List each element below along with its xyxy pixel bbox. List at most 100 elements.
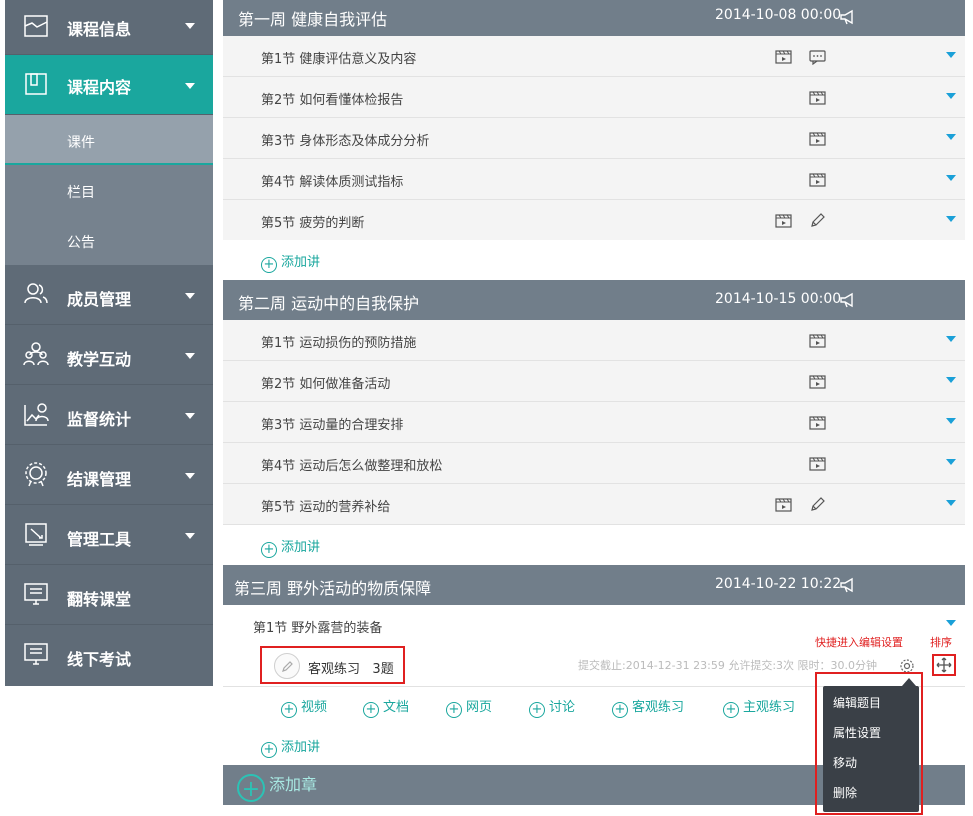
- nav-label: 课程信息: [67, 20, 132, 39]
- menu-highlight: [815, 672, 923, 815]
- lesson-title: 第5节 疲劳的判断: [261, 216, 365, 231]
- chevron-down-icon[interactable]: [946, 216, 956, 222]
- chevron-down-icon: [185, 353, 195, 359]
- statistics-icon: [24, 403, 49, 426]
- week-header-1: 第一周 健康自我评估 2014-10-08 00:00: [223, 0, 965, 36]
- add-lecture-label: 添加讲: [281, 255, 321, 270]
- chevron-down-icon[interactable]: [946, 620, 956, 626]
- nav-label: 课程内容: [67, 78, 132, 97]
- lesson-row[interactable]: 第5节 运动的营养补给: [223, 484, 965, 525]
- add-subjective-exercise-button[interactable]: + 主观练习: [723, 696, 795, 718]
- lesson-row[interactable]: 第4节 运动后怎么做整理和放松: [223, 443, 965, 484]
- chevron-down-icon[interactable]: [946, 175, 956, 181]
- nav-course-info[interactable]: 课程信息: [5, 0, 213, 55]
- lesson-title: 第2节 如何做准备活动: [261, 377, 391, 392]
- nav-offline-exam[interactable]: 线下考试: [5, 625, 213, 686]
- megaphone-icon[interactable]: [839, 291, 857, 309]
- chevron-down-icon[interactable]: [946, 459, 956, 465]
- add-lecture-row: + 添加讲: [223, 240, 965, 280]
- chevron-down-icon: [185, 293, 195, 299]
- sub-item-columns[interactable]: 栏目: [5, 165, 213, 215]
- lesson-title: 第1节 健康评估意义及内容: [261, 52, 417, 67]
- nav-interaction[interactable]: 教学互动: [5, 325, 213, 385]
- completion-icon: [25, 462, 47, 487]
- add-chapter-label: 添加章: [269, 775, 318, 794]
- nav-tools[interactable]: 管理工具: [5, 505, 213, 565]
- video-icon[interactable]: [809, 414, 826, 431]
- chevron-down-icon[interactable]: [946, 134, 956, 140]
- exercise-highlight[interactable]: 客观练习 3题: [260, 646, 405, 684]
- nav-label: 成员管理: [67, 290, 132, 309]
- add-document-button[interactable]: + 文档: [363, 696, 409, 718]
- sub-item-courseware[interactable]: 课件: [5, 115, 213, 165]
- add-lecture-button[interactable]: + 添加讲: [261, 536, 320, 558]
- video-icon[interactable]: [775, 48, 792, 65]
- lesson-title: 第1节 野外露营的装备: [253, 621, 383, 636]
- chevron-down-icon[interactable]: [946, 377, 956, 383]
- comment-icon[interactable]: [809, 48, 826, 65]
- video-icon[interactable]: [775, 496, 792, 513]
- nav-label: 翻转课堂: [67, 590, 132, 609]
- nav-label: 监督统计: [67, 410, 132, 429]
- week-title: 第二周 运动中的自我保护: [238, 294, 420, 313]
- video-icon[interactable]: [809, 130, 826, 147]
- lesson-title: 第3节 运动量的合理安排: [261, 418, 404, 433]
- chevron-down-icon[interactable]: [946, 336, 956, 342]
- add-chapter-button[interactable]: + 添加章: [237, 771, 317, 802]
- pencil-icon[interactable]: [274, 653, 300, 679]
- video-icon[interactable]: [809, 89, 826, 106]
- lesson-row[interactable]: 第2节 如何看懂体检报告: [223, 77, 965, 118]
- nav-label: 教学互动: [67, 350, 132, 369]
- sort-highlight[interactable]: [932, 654, 956, 676]
- add-webpage-button[interactable]: + 网页: [446, 696, 492, 718]
- move-icon[interactable]: [934, 656, 954, 674]
- megaphone-icon[interactable]: [839, 8, 857, 26]
- megaphone-icon[interactable]: [839, 576, 857, 594]
- plus-icon: +: [612, 702, 628, 718]
- add-lecture-button[interactable]: + 添加讲: [261, 251, 320, 273]
- nav-flipped-class[interactable]: 翻转课堂: [5, 565, 213, 625]
- add-lecture-row: + 添加讲: [223, 525, 965, 565]
- lesson-row[interactable]: 第3节 运动量的合理安排: [223, 402, 965, 443]
- nav-label: 管理工具: [67, 530, 132, 549]
- nav-statistics[interactable]: 监督统计: [5, 385, 213, 445]
- lesson-title: 第3节 身体形态及体成分分析: [261, 134, 430, 149]
- video-icon[interactable]: [809, 373, 826, 390]
- video-icon[interactable]: [809, 171, 826, 188]
- lesson-row[interactable]: 第1节 运动损伤的预防措施: [223, 320, 965, 361]
- chevron-down-icon: [185, 473, 195, 479]
- nav-label: 结课管理: [67, 470, 132, 489]
- lesson-row[interactable]: 第3节 身体形态及体成分分析: [223, 118, 965, 159]
- chevron-down-icon[interactable]: [946, 500, 956, 506]
- pencil-icon[interactable]: [809, 496, 826, 513]
- lesson-title: 第4节 解读体质测试指标: [261, 175, 404, 190]
- pencil-icon[interactable]: [809, 212, 826, 229]
- sub-item-announcements[interactable]: 公告: [5, 215, 213, 265]
- nav-course-content[interactable]: 课程内容: [5, 55, 213, 115]
- video-icon[interactable]: [775, 212, 792, 229]
- chevron-down-icon: [185, 533, 195, 539]
- lesson-row[interactable]: 第4节 解读体质测试指标: [223, 159, 965, 200]
- add-objective-exercise-button[interactable]: + 客观练习: [612, 696, 684, 718]
- plus-icon: +: [261, 742, 277, 758]
- nav-members[interactable]: 成员管理: [5, 265, 213, 325]
- nav-completion[interactable]: 结课管理: [5, 445, 213, 505]
- lesson-row[interactable]: 第2节 如何做准备活动: [223, 361, 965, 402]
- plus-icon: +: [446, 702, 462, 718]
- plus-icon: +: [363, 702, 379, 718]
- week-title: 第一周 健康自我评估: [238, 10, 388, 29]
- exercise-name: 客观练习 3题: [308, 662, 394, 677]
- add-discussion-button[interactable]: + 讨论: [529, 696, 575, 718]
- offline-exam-icon: [24, 643, 48, 665]
- lesson-row[interactable]: 第5节 疲劳的判断: [223, 200, 965, 241]
- add-lecture-button[interactable]: + 添加讲: [261, 736, 320, 758]
- add-video-button[interactable]: + 视频: [281, 696, 327, 718]
- sub-label: 公告: [67, 235, 95, 251]
- lesson-row[interactable]: 第1节 健康评估意义及内容: [223, 36, 965, 77]
- chevron-down-icon[interactable]: [946, 418, 956, 424]
- video-icon[interactable]: [809, 455, 826, 472]
- chevron-down-icon[interactable]: [946, 52, 956, 58]
- annotation-quick-edit: 快捷进入编辑设置: [815, 636, 903, 649]
- chevron-down-icon[interactable]: [946, 93, 956, 99]
- video-icon[interactable]: [809, 332, 826, 349]
